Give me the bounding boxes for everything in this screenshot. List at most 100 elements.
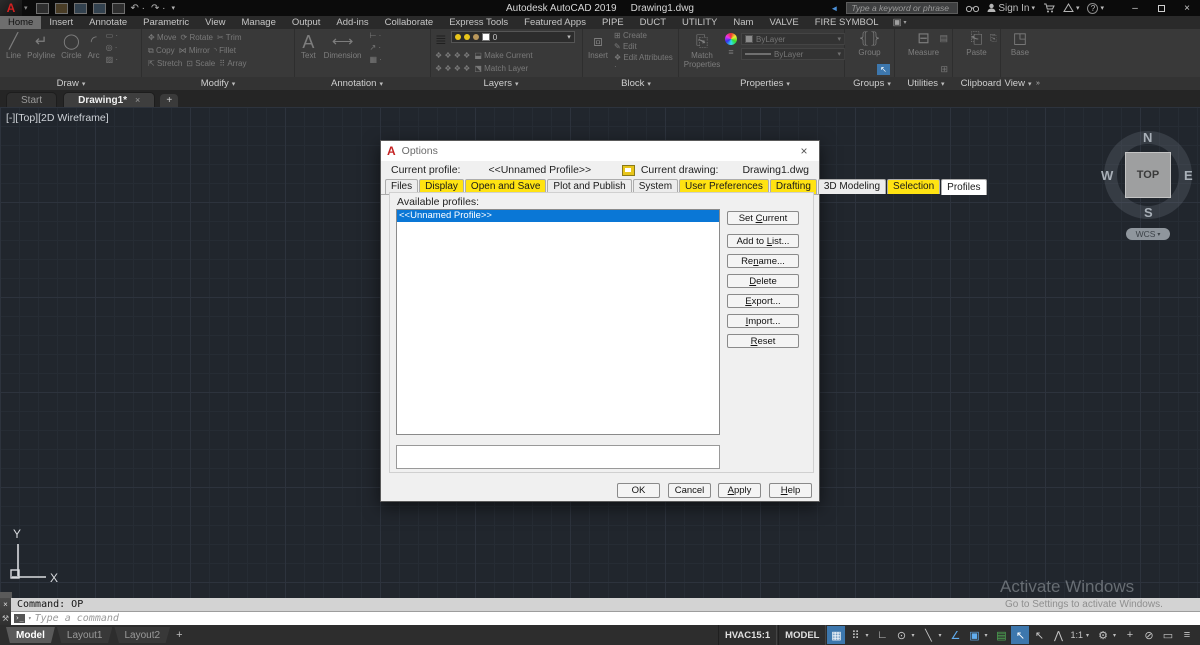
ribbon-tab-fire-symbol[interactable]: FIRE SYMBOL bbox=[807, 16, 887, 29]
layer-tools-row2[interactable]: ❖ ❖ ❖ ❖ bbox=[435, 63, 470, 75]
command-input[interactable]: ›_ ▾ Type a command bbox=[11, 612, 1200, 625]
file-tab-close-icon[interactable]: × bbox=[135, 95, 140, 105]
ribbon-tab-express-tools[interactable]: Express Tools bbox=[441, 16, 516, 29]
insert-block-tool[interactable]: ⧈Insert bbox=[588, 31, 608, 71]
help-icon[interactable]: ?▾ bbox=[1087, 3, 1104, 14]
panel-label-clipboard[interactable]: Clipboard bbox=[961, 77, 1002, 90]
polar-tracking-caret-icon[interactable]: ▾ bbox=[911, 632, 918, 639]
app-store-icon[interactable]: ▾ bbox=[1063, 3, 1080, 13]
lineweight-display-icon[interactable]: ▤ bbox=[992, 626, 1010, 644]
command-customize-icon[interactable]: ⚒ bbox=[2, 614, 9, 623]
layer-tools-row1[interactable]: ❖ ❖ ❖ ❖ bbox=[435, 50, 470, 62]
model-space-button[interactable]: MODEL bbox=[778, 625, 826, 645]
wcs-dropdown[interactable]: WCS▾ bbox=[1126, 228, 1170, 240]
file-tab-start[interactable]: Start bbox=[6, 92, 57, 107]
stretch-tool[interactable]: ⇱ Stretch bbox=[148, 58, 182, 70]
profile-list-item-selected[interactable]: <<Unnamed Profile>> bbox=[397, 210, 719, 222]
snap-mode-icon[interactable]: ⠿ bbox=[846, 626, 864, 644]
selection-cycling-icon[interactable]: ↖ bbox=[1011, 626, 1029, 644]
ribbon-tab-manage[interactable]: Manage bbox=[234, 16, 284, 29]
isometric-caret-icon[interactable]: ▾ bbox=[938, 632, 945, 639]
export-button[interactable]: Export... bbox=[727, 294, 799, 308]
table-tool[interactable]: ▦ · bbox=[369, 55, 381, 64]
panel-overflow-icon[interactable]: » bbox=[1036, 77, 1040, 90]
ribbon-tab-annotate[interactable]: Annotate bbox=[81, 16, 135, 29]
array-tool[interactable]: ⠿ Array bbox=[219, 58, 246, 70]
annotation-visibility-icon[interactable]: ⋀ bbox=[1049, 626, 1067, 644]
ribbon-tab-parametric[interactable]: Parametric bbox=[135, 16, 197, 29]
lineweight-icon[interactable]: ≡ bbox=[728, 47, 733, 57]
mirror-tool[interactable]: ⋈ Mirror bbox=[179, 45, 210, 57]
edit-block-tool[interactable]: ✎ Edit bbox=[614, 42, 673, 51]
annotation-scale-caret-icon[interactable]: ▾ bbox=[1086, 632, 1093, 639]
ok-button[interactable]: OK bbox=[617, 483, 660, 498]
workspace-gear-icon[interactable]: ⚙ bbox=[1094, 626, 1112, 644]
autocad-logo-icon[interactable]: A bbox=[0, 0, 22, 16]
undo-icon[interactable]: ↶ · bbox=[131, 3, 146, 14]
hvac-scale-button[interactable]: HVAC15:1 bbox=[718, 625, 777, 645]
viewcube[interactable]: N W E S TOP bbox=[1104, 131, 1192, 219]
viewcube-north[interactable]: N bbox=[1143, 130, 1152, 145]
arc-tool[interactable]: ◜Arc bbox=[88, 31, 100, 64]
cart-icon[interactable] bbox=[1043, 3, 1055, 13]
linear-tool[interactable]: ⊢ · bbox=[369, 31, 381, 40]
leader-tool[interactable]: ↗ · bbox=[369, 43, 381, 52]
viewcube-top-face[interactable]: TOP bbox=[1125, 152, 1171, 198]
search-binoculars-icon[interactable] bbox=[966, 4, 979, 13]
layer-dropdown[interactable]: 0 ▾ bbox=[451, 31, 575, 43]
import-button[interactable]: Import... bbox=[727, 314, 799, 328]
search-input[interactable]: Type a keyword or phrase bbox=[846, 2, 958, 14]
text-tool[interactable]: AText bbox=[301, 31, 316, 64]
layout1-tab[interactable]: Layout1 bbox=[57, 627, 113, 643]
make-current-tool[interactable]: ⬓ Make Current bbox=[474, 50, 532, 62]
linetype-dropdown[interactable]: ByLayer▾ bbox=[741, 48, 845, 60]
panel-label-view[interactable]: View▾ bbox=[1005, 77, 1032, 90]
grid-display-icon[interactable]: ▦ bbox=[827, 626, 845, 644]
workspace-caret-icon[interactable]: ▾ bbox=[1113, 632, 1120, 639]
new-drawing-tab-button[interactable]: + bbox=[160, 94, 178, 107]
recent-commands-caret-icon[interactable]: ▾ bbox=[28, 615, 32, 622]
viewcube-south[interactable]: S bbox=[1144, 205, 1153, 220]
clean-screen-icon[interactable]: ▭ bbox=[1159, 626, 1177, 644]
customization-menu-icon[interactable]: ≡ bbox=[1178, 626, 1196, 644]
command-prompt-icon[interactable]: ›_ bbox=[14, 614, 25, 623]
rename-button[interactable]: Rename... bbox=[727, 254, 799, 268]
3d-object-snap-icon[interactable]: ↖ bbox=[1030, 626, 1048, 644]
ribbon-tab-collaborate[interactable]: Collaborate bbox=[377, 16, 442, 29]
fillet-tool[interactable]: ◝ Fillet bbox=[214, 45, 236, 57]
tab-selection[interactable]: Selection bbox=[887, 179, 940, 194]
rotate-tool[interactable]: ⟳ Rotate bbox=[181, 32, 214, 44]
isolate-objects-icon[interactable]: ⊘ bbox=[1140, 626, 1158, 644]
sign-in-button[interactable]: Sign In ▾ bbox=[987, 3, 1035, 14]
close-button[interactable]: × bbox=[1174, 0, 1200, 16]
model-tab[interactable]: Model bbox=[6, 627, 55, 643]
ribbon-tab-addins[interactable]: Add-ins bbox=[328, 16, 376, 29]
command-close-icon[interactable]: × bbox=[3, 600, 8, 609]
save-as-icon[interactable] bbox=[93, 3, 106, 14]
scale-tool[interactable]: ⊡ Scale bbox=[186, 58, 215, 70]
panel-label-annotation[interactable]: Annotation▾ bbox=[331, 77, 383, 90]
circle-tool[interactable]: ◯Circle bbox=[61, 31, 81, 64]
match-properties-tool[interactable]: ⎘Match Properties bbox=[683, 31, 721, 69]
object-snap-caret-icon[interactable]: ▾ bbox=[984, 632, 991, 639]
ribbon-tab-output[interactable]: Output bbox=[284, 16, 329, 29]
panel-label-modify[interactable]: Modify▾ bbox=[201, 77, 236, 90]
panel-label-properties[interactable]: Properties▾ bbox=[740, 77, 790, 90]
annotation-monitor-icon[interactable]: + bbox=[1121, 626, 1139, 644]
new-file-icon[interactable] bbox=[36, 3, 49, 14]
save-icon[interactable] bbox=[74, 3, 87, 14]
viewcube-east[interactable]: E bbox=[1184, 168, 1193, 183]
ribbon-tab-view[interactable]: View bbox=[197, 16, 233, 29]
options-dialog-close-icon[interactable]: × bbox=[795, 144, 813, 158]
hatch-tool[interactable]: ▨ · bbox=[106, 55, 118, 64]
minimize-button[interactable]: – bbox=[1122, 0, 1148, 16]
match-layer-tool[interactable]: ⬔ Match Layer bbox=[474, 63, 528, 75]
panel-label-utilities[interactable]: Utilities▾ bbox=[907, 77, 944, 90]
quick-select-icon[interactable]: ▤ bbox=[939, 33, 948, 44]
calculator-icon[interactable]: ⊞ bbox=[940, 64, 948, 75]
plot-icon[interactable] bbox=[112, 3, 125, 14]
ribbon-display-toggle-icon[interactable]: ▣ ▾ bbox=[893, 16, 907, 29]
ribbon-tab-home[interactable]: Home bbox=[0, 16, 41, 29]
line-tool[interactable]: ╱Line bbox=[6, 31, 21, 64]
layer-properties-tool[interactable]: ≣ bbox=[435, 31, 447, 48]
